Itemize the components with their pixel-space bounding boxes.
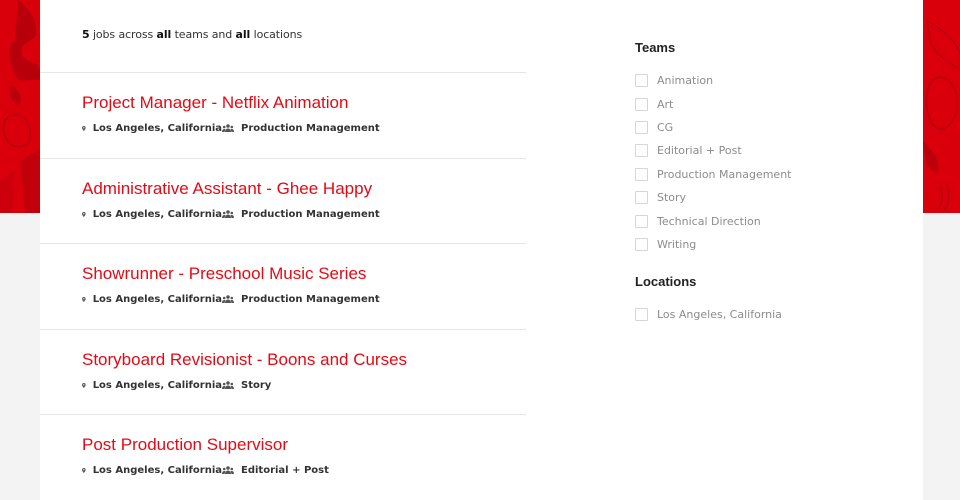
summary-text: locations [250, 28, 303, 41]
checkbox[interactable] [635, 214, 648, 228]
job-team: Production Management [222, 209, 380, 220]
job-location: Los Angeles, California [82, 294, 222, 305]
job-location-text: Los Angeles, California [92, 123, 222, 134]
job-team: Production Management [222, 123, 380, 134]
checkbox[interactable] [635, 120, 648, 134]
people-group-icon [222, 295, 234, 304]
teams-filter-option[interactable]: CG [635, 116, 895, 139]
job-team: Production Management [222, 294, 380, 305]
map-pin-icon [82, 211, 86, 217]
checkbox[interactable] [635, 308, 648, 322]
job-team-text: Production Management [241, 123, 380, 134]
job-location: Los Angeles, California [82, 209, 222, 220]
job-meta: Los Angeles, California Production Manag… [82, 123, 380, 134]
job-location: Los Angeles, California [82, 465, 222, 476]
filter-option-label: Los Angeles, California [657, 308, 782, 322]
banner-illustration-right [922, 0, 960, 213]
teams-filter-option[interactable]: Editorial + Post [635, 139, 895, 162]
checkbox[interactable] [635, 191, 648, 205]
summary-text: teams and [171, 28, 236, 41]
filter-option-label: CG [657, 120, 674, 134]
teams-filter: Teams Animation Art CG Editorial + Post … [635, 40, 895, 256]
teams-filter-option[interactable]: Technical Direction [635, 209, 895, 232]
teams-filter-option[interactable]: Production Management [635, 163, 895, 186]
people-group-icon [222, 380, 234, 389]
job-location-text: Los Angeles, California [92, 379, 222, 391]
summary-text: jobs across [89, 28, 157, 41]
job-team: Editorial + Post [222, 465, 329, 476]
people-group-icon [222, 209, 234, 218]
job-team-text: Production Management [241, 294, 380, 306]
job-listing: Administrative Assistant - Ghee Happy Lo… [40, 157, 526, 244]
job-title-link[interactable]: Showrunner - Preschool Music Series [82, 264, 366, 284]
locations-heading: Locations [635, 274, 697, 290]
job-team-text: Editorial + Post [241, 465, 329, 477]
filter-option-label: Writing [657, 237, 697, 251]
job-meta: Los Angeles, California Production Manag… [82, 209, 380, 220]
job-title-link[interactable]: Storyboard Revisionist - Boons and Curse… [82, 350, 407, 370]
map-pin-icon [82, 125, 86, 132]
checkbox[interactable] [635, 144, 648, 158]
people-group-icon [222, 124, 234, 132]
job-location-text: Los Angeles, California [92, 465, 222, 477]
job-title-link[interactable]: Post Production Supervisor [82, 435, 288, 455]
job-listing: Storyboard Revisionist - Boons and Curse… [40, 328, 526, 415]
filter-option-label: Technical Direction [657, 214, 761, 228]
checkbox[interactable] [635, 74, 648, 88]
map-pin-icon [82, 468, 86, 474]
filter-sidebar: Teams Animation Art CG Editorial + Post … [635, 40, 895, 345]
checkbox[interactable] [635, 237, 648, 251]
locations-options: Los Angeles, California [635, 303, 895, 326]
teams-filter-option[interactable]: Writing [635, 233, 895, 256]
filter-option-label: Animation [657, 74, 714, 88]
jobs-summary: 5 jobs across all teams and all location… [82, 28, 302, 41]
teams-filter-option[interactable]: Animation [635, 69, 895, 92]
locations-filter: Locations Los Angeles, California [635, 274, 895, 326]
teams-filter-value: all [156, 28, 172, 41]
job-team-text: Story [241, 379, 272, 391]
filter-option-label: Editorial + Post [657, 144, 742, 158]
people-group-icon [222, 466, 234, 475]
job-title-link[interactable]: Administrative Assistant - Ghee Happy [82, 179, 372, 199]
filter-option-label: Story [657, 191, 687, 205]
job-meta: Los Angeles, California Production Manag… [82, 294, 380, 305]
map-pin-icon [82, 382, 86, 388]
filter-option-label: Production Management [657, 167, 792, 181]
job-team-text: Production Management [241, 208, 380, 220]
banner-illustration-left [0, 0, 40, 213]
job-location-text: Los Angeles, California [92, 294, 222, 306]
locations-filter-option[interactable]: Los Angeles, California [635, 303, 895, 326]
job-location: Los Angeles, California [82, 123, 222, 134]
job-listing: Showrunner - Preschool Music Series Los … [40, 243, 526, 329]
teams-filter-option[interactable]: Art [635, 92, 895, 115]
checkbox[interactable] [635, 97, 648, 111]
job-list: Project Manager - Netflix Animation Los … [40, 72, 526, 500]
job-count: 5 [82, 28, 90, 41]
job-title-link[interactable]: Project Manager - Netflix Animation [82, 93, 348, 113]
checkbox[interactable] [635, 167, 648, 181]
teams-options: Animation Art CG Editorial + Post Produc… [635, 69, 895, 256]
content-panel: 5 jobs across all teams and all location… [40, 0, 923, 500]
job-meta: Los Angeles, California Editorial + Post [82, 465, 329, 476]
teams-heading: Teams [635, 40, 676, 55]
locations-filter-value: all [235, 28, 251, 41]
filter-option-label: Art [657, 97, 674, 111]
teams-filter-option[interactable]: Story [635, 186, 895, 209]
job-team: Story [222, 380, 271, 391]
job-listing: Post Production Supervisor Los Angeles, … [40, 414, 526, 500]
job-location: Los Angeles, California [82, 380, 222, 391]
job-meta: Los Angeles, California Story [82, 380, 271, 391]
job-location-text: Los Angeles, California [92, 208, 222, 220]
job-listing: Project Manager - Netflix Animation Los … [40, 72, 526, 158]
map-pin-icon [82, 297, 86, 303]
